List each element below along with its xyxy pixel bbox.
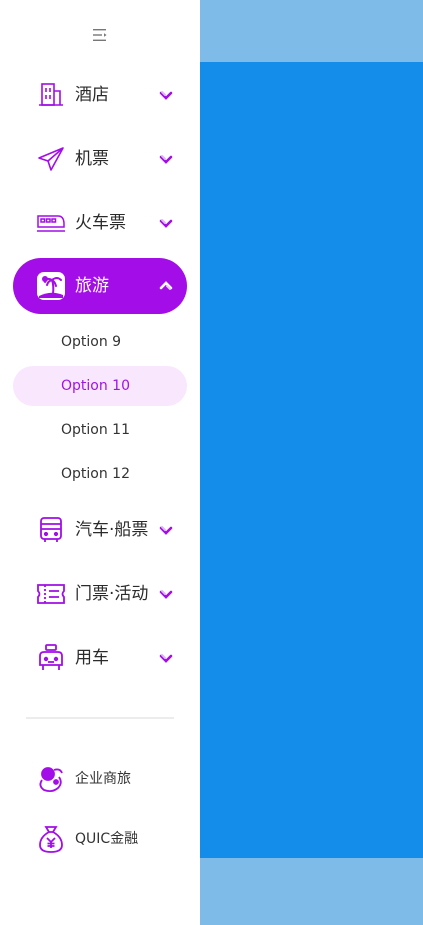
paper-plane-icon [36, 145, 66, 173]
train-icon [36, 209, 66, 237]
menu-item-label: 旅游 [75, 276, 109, 296]
menu-item-train[interactable]: 火车票 [13, 195, 187, 251]
bus-icon [36, 516, 66, 544]
menu-item-label: 门票·活动 [75, 584, 149, 604]
main-content [200, 0, 423, 925]
menu-item-label: 酒店 [75, 85, 109, 105]
content-header-band [200, 0, 423, 62]
menu-item-label: 火车票 [75, 213, 126, 233]
chevron-down-icon [158, 216, 174, 230]
beach-icon [36, 272, 66, 300]
menu-item-car[interactable]: 用车 [13, 630, 187, 686]
submenu-item[interactable]: Option 9 [13, 322, 187, 362]
chevron-down-icon [158, 651, 174, 665]
chevron-down-icon [158, 152, 174, 166]
hotel-icon [36, 81, 66, 109]
chevron-down-icon [158, 523, 174, 537]
submenu-item-label: Option 12 [61, 466, 130, 482]
menu-item-flight[interactable]: 机票 [13, 131, 187, 187]
menu-item-tickets-activities[interactable]: 门票·活动 [13, 566, 187, 622]
menu-item-label: 机票 [75, 149, 109, 169]
ticket-icon [36, 580, 66, 608]
money-bag-icon [36, 823, 66, 855]
menu-item-finance[interactable]: QUIC金融 [13, 817, 187, 861]
menu-divider [26, 717, 174, 719]
content-footer-band [200, 858, 423, 925]
menu-item-travel[interactable]: 旅游 [13, 258, 187, 314]
menu-item-label: 汽车·船票 [75, 520, 149, 540]
chevron-down-icon [158, 587, 174, 601]
menu-item-bus-ship[interactable]: 汽车·船票 [13, 502, 187, 558]
submenu-item-label: Option 10 [61, 378, 130, 394]
submenu-item-label: Option 11 [61, 422, 130, 438]
submenu-item[interactable]: Option 11 [13, 410, 187, 450]
submenu-item-label: Option 9 [61, 334, 122, 350]
menu-fold-icon [93, 29, 107, 41]
chevron-up-icon [158, 279, 174, 293]
sidebar: 酒店 机票 火车票 旅游 Option 9 Option 10 Option 1… [0, 0, 200, 925]
menu-item-label: 用车 [75, 648, 109, 668]
menu-item-label: QUIC金融 [75, 831, 139, 847]
menu-item-business-travel[interactable]: 企业商旅 [13, 757, 187, 801]
menu-collapse-toggle[interactable] [90, 26, 110, 44]
business-travel-icon [36, 763, 66, 795]
menu-item-label: 企业商旅 [75, 771, 131, 787]
submenu-item-selected[interactable]: Option 10 [13, 366, 187, 406]
menu-item-hotel[interactable]: 酒店 [13, 67, 187, 123]
car-icon [36, 644, 66, 672]
submenu-item[interactable]: Option 12 [13, 454, 187, 494]
chevron-down-icon [158, 88, 174, 102]
